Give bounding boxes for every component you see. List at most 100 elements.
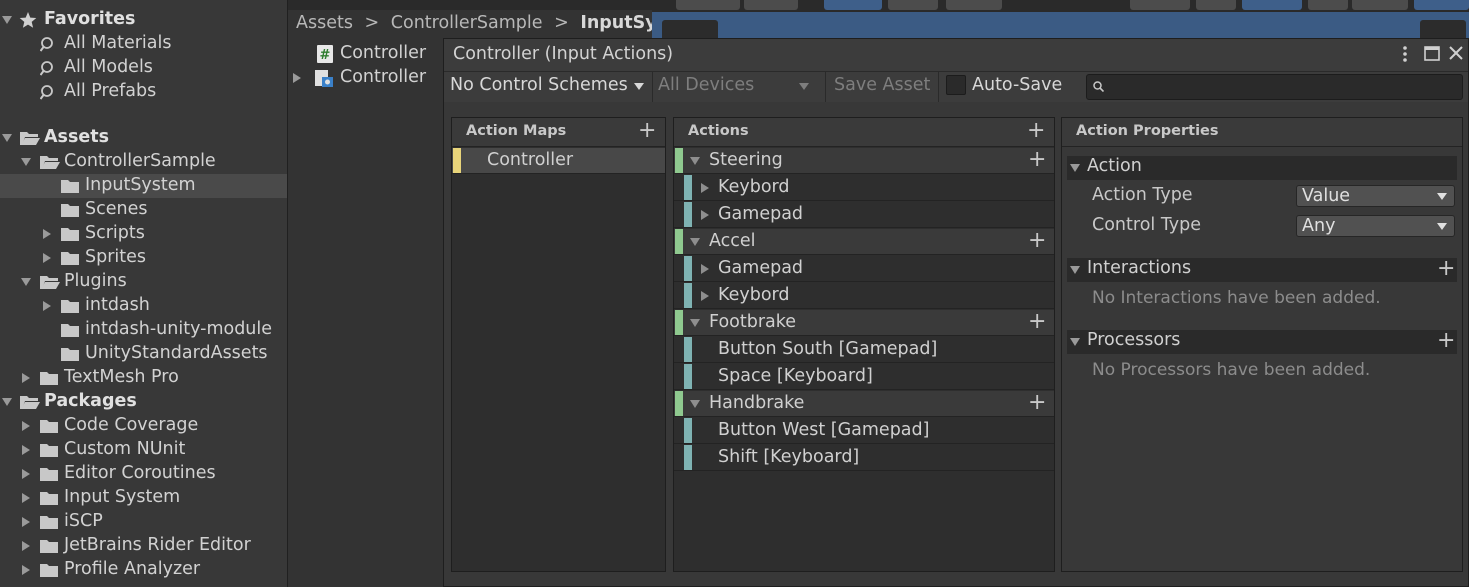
collapsed-arrow-icon[interactable] (21, 541, 31, 551)
favorite-item[interactable]: All Materials (0, 32, 287, 56)
action-map-item-controller[interactable]: Controller (452, 148, 665, 174)
collapsed-arrow-icon[interactable] (42, 253, 52, 263)
binding-item[interactable]: Gamepad (674, 202, 1054, 228)
favorite-item[interactable]: All Models (0, 56, 287, 80)
collapsed-arrow-icon[interactable] (21, 493, 31, 503)
add-action-map-button[interactable]: + (638, 120, 656, 142)
collapsed-arrow-icon[interactable] (42, 229, 52, 239)
tree-item-scenes[interactable]: Scenes (0, 198, 287, 222)
processors-section-header[interactable]: Processors + (1067, 330, 1457, 354)
expand-arrow-icon[interactable] (690, 318, 700, 328)
action-item-steering[interactable]: Steering + (674, 148, 1054, 174)
scene-overlay[interactable] (662, 20, 718, 38)
action-type-dropdown[interactable]: Value (1296, 185, 1455, 207)
scene-overlay[interactable] (1420, 20, 1466, 38)
package-item[interactable]: Profile Analyzer (0, 558, 287, 582)
tree-item-unitystandardassets[interactable]: UnityStandardAssets (0, 342, 287, 366)
favorites-header[interactable]: Favorites (0, 8, 287, 32)
close-icon[interactable] (1449, 46, 1463, 60)
auto-save-checkbox[interactable] (946, 75, 966, 95)
control-schemes-dropdown[interactable]: No Control Schemes (444, 72, 652, 102)
toolbar-button[interactable] (1414, 0, 1469, 10)
collapsed-arrow-icon[interactable] (21, 373, 31, 383)
collapsed-arrow-icon[interactable] (21, 469, 31, 479)
expand-arrow-icon[interactable] (21, 277, 31, 287)
binding-item[interactable]: Button West [Gamepad] (674, 418, 1054, 444)
package-item[interactable]: Editor Coroutines (0, 462, 287, 486)
toolbar-button[interactable] (888, 0, 938, 10)
action-item-handbrake[interactable]: Handbrake + (674, 391, 1054, 417)
assets-root[interactable]: Assets (0, 126, 287, 150)
expand-arrow-icon[interactable] (1070, 337, 1080, 347)
toolbar-button[interactable] (1352, 0, 1408, 10)
binding-item[interactable]: Space [Keyboard] (674, 364, 1054, 390)
toolbar-button[interactable] (1242, 0, 1302, 10)
toolbar-button[interactable] (676, 0, 740, 10)
add-binding-button[interactable]: + (1028, 149, 1046, 171)
collapsed-arrow-icon[interactable] (21, 421, 31, 431)
collapsed-arrow-icon[interactable] (21, 517, 31, 527)
tree-item-controllersample[interactable]: ControllerSample (0, 150, 287, 174)
expand-arrow-icon[interactable] (21, 157, 31, 167)
binding-item[interactable]: Gamepad (674, 256, 1054, 282)
breadcrumb-controllersample[interactable]: ControllerSample (391, 13, 543, 33)
add-binding-button[interactable]: + (1028, 311, 1046, 333)
expand-arrow-icon[interactable] (2, 15, 12, 25)
action-item-footbrake[interactable]: Footbrake + (674, 310, 1054, 336)
tree-item-inputsystem[interactable]: InputSystem (0, 174, 287, 198)
window-titlebar[interactable]: Controller (Input Actions) (444, 39, 1468, 71)
package-item[interactable]: Custom NUnit (0, 438, 287, 462)
collapsed-arrow-icon[interactable] (42, 301, 52, 311)
tree-item-intdash[interactable]: intdash (0, 294, 287, 318)
toolbar-button[interactable] (744, 0, 798, 10)
binding-item[interactable]: Keybord (674, 175, 1054, 201)
add-action-button[interactable]: + (1027, 120, 1045, 142)
toolbar-button[interactable] (1130, 0, 1190, 10)
asset-item-input-actions[interactable]: Controller (288, 66, 458, 90)
toolbar-button[interactable] (824, 0, 882, 10)
tree-item-intdash-unity-module[interactable]: intdash-unity-module (0, 318, 287, 342)
toolbar-button[interactable] (1196, 0, 1236, 10)
collapsed-arrow-icon[interactable] (700, 210, 710, 220)
collapsed-arrow-icon[interactable] (21, 565, 31, 575)
action-item-accel[interactable]: Accel + (674, 229, 1054, 255)
search-input[interactable] (1086, 74, 1463, 100)
package-item[interactable]: JetBrains Rider Editor (0, 534, 287, 558)
tree-item-sprites[interactable]: Sprites (0, 246, 287, 270)
breadcrumb-inputsystem[interactable]: InputSyste (580, 13, 652, 33)
control-type-dropdown[interactable]: Any (1296, 215, 1455, 237)
collapsed-arrow-icon[interactable] (700, 291, 710, 301)
maximize-icon[interactable] (1424, 46, 1440, 61)
collapsed-arrow-icon[interactable] (292, 73, 302, 83)
expand-arrow-icon[interactable] (1070, 265, 1080, 275)
tree-item-textmesh-pro[interactable]: TextMesh Pro (0, 366, 287, 390)
expand-arrow-icon[interactable] (690, 156, 700, 166)
package-item[interactable]: iSCP (0, 510, 287, 534)
binding-item[interactable]: Shift [Keyboard] (674, 445, 1054, 471)
tree-item-scripts[interactable]: Scripts (0, 222, 287, 246)
asset-item-script[interactable]: # Controller (288, 42, 458, 66)
action-section-header[interactable]: Action (1067, 156, 1457, 180)
package-item[interactable]: Code Coverage (0, 414, 287, 438)
tree-item-plugins[interactable]: Plugins (0, 270, 287, 294)
toolbar-button[interactable] (1308, 0, 1348, 10)
more-options-icon[interactable] (1400, 45, 1410, 63)
expand-arrow-icon[interactable] (2, 133, 12, 143)
collapsed-arrow-icon[interactable] (700, 264, 710, 274)
binding-item[interactable]: Keybord (674, 283, 1054, 309)
package-item[interactable]: Input System (0, 486, 287, 510)
devices-dropdown[interactable]: All Devices (653, 72, 818, 102)
add-interaction-button[interactable]: + (1437, 258, 1455, 280)
collapsed-arrow-icon[interactable] (21, 445, 31, 455)
toolbar-button[interactable] (946, 0, 1002, 10)
interactions-section-header[interactable]: Interactions + (1067, 258, 1457, 282)
binding-item[interactable]: Button South [Gamepad] (674, 337, 1054, 363)
packages-root[interactable]: Packages (0, 390, 287, 414)
breadcrumb-assets[interactable]: Assets (296, 13, 353, 33)
add-binding-button[interactable]: + (1028, 392, 1046, 414)
add-processor-button[interactable]: + (1437, 330, 1455, 352)
expand-arrow-icon[interactable] (690, 237, 700, 247)
save-asset-button[interactable]: Save Asset (834, 75, 930, 95)
expand-arrow-icon[interactable] (1070, 163, 1080, 173)
favorite-item[interactable]: All Prefabs (0, 80, 287, 104)
